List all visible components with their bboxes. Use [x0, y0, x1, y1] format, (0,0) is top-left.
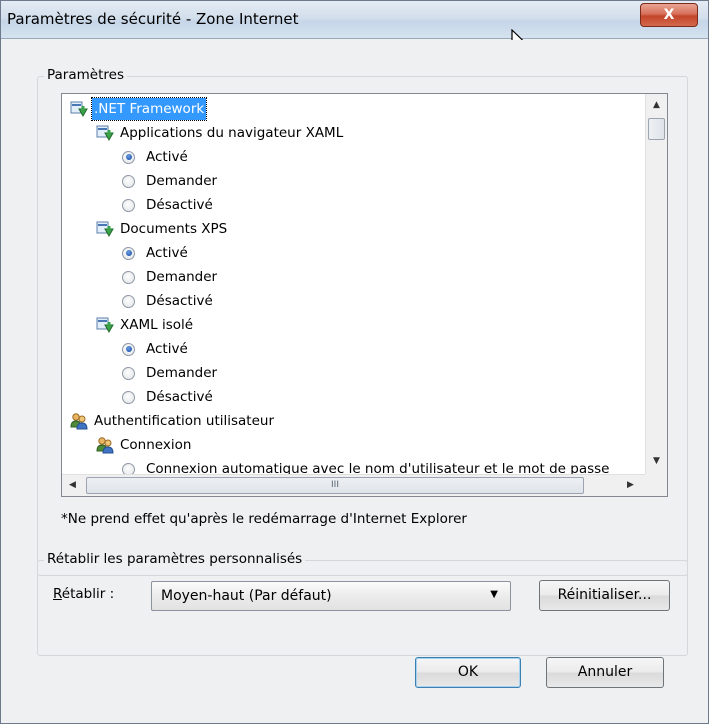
settings-category-icon [96, 221, 114, 238]
tree-radio-option[interactable]: Activé [122, 146, 190, 168]
radio-unchecked-icon[interactable] [122, 270, 135, 284]
reset-label: Rétablir : [53, 586, 115, 602]
vertical-scroll-thumb[interactable] [648, 118, 665, 140]
scroll-up-icon[interactable]: ▲ [653, 100, 660, 110]
scroll-grip-icon: III [331, 480, 339, 490]
tree-item-label: Désactivé [146, 389, 213, 405]
tree-radio-option[interactable]: Connexion automatique avec le nom d'util… [122, 458, 611, 474]
scrollbar-corner [645, 474, 667, 496]
title-bar[interactable]: Paramètres de sécurité - Zone Internet X [1, 1, 708, 54]
tree-radio-option[interactable]: Activé [122, 242, 190, 264]
radio-unchecked-icon[interactable] [122, 174, 135, 188]
settings-group-label: Paramètres [44, 67, 127, 83]
reset-button[interactable]: Réinitialiser... [539, 580, 670, 611]
tree-radio-option[interactable]: Demander [122, 266, 219, 288]
close-icon: X [663, 7, 675, 23]
close-button[interactable]: X [640, 3, 698, 27]
scroll-left-icon[interactable]: ◀ [69, 480, 76, 490]
radio-checked-icon[interactable] [122, 246, 135, 260]
reset-button-label: Réinitialiser... [557, 587, 652, 603]
tree-item-label: Connexion automatique avec le nom d'util… [146, 461, 610, 474]
horizontal-scroll-thumb[interactable]: III [86, 477, 584, 494]
tree-item-label: .NET Framework [90, 97, 208, 121]
radio-checked-icon[interactable] [122, 150, 135, 164]
tree-item-label: Désactivé [146, 197, 213, 213]
security-level-value: Moyen-haut (Par défaut) [161, 588, 332, 604]
tree-radio-option[interactable]: Demander [122, 170, 219, 192]
tree-category[interactable]: Documents XPS [96, 218, 229, 240]
tree-item-label: Authentification utilisateur [94, 413, 275, 429]
users-icon [96, 437, 114, 454]
tree-category[interactable]: Connexion [96, 434, 193, 456]
cancel-button[interactable]: Annuler [546, 657, 664, 688]
scroll-right-icon[interactable]: ▶ [627, 480, 634, 490]
security-settings-dialog: Paramètres de sécurité - Zone Internet X… [0, 0, 709, 724]
tree-category[interactable]: XAML isolé [96, 314, 195, 336]
radio-unchecked-icon[interactable] [122, 462, 135, 474]
restart-note: *Ne prend effet qu'après le redémarrage … [61, 511, 467, 527]
tree-item-label: Activé [146, 245, 188, 261]
tree-category[interactable]: Applications du navigateur XAML [96, 122, 345, 144]
tree-radio-option[interactable]: Désactivé [122, 386, 215, 408]
settings-tree[interactable]: .NET Framework Applications du navigateur… [61, 93, 668, 497]
radio-unchecked-icon[interactable] [122, 366, 135, 380]
tree-radio-option[interactable]: Demander [122, 362, 219, 384]
cancel-button-label: Annuler [577, 664, 633, 680]
tree-item-label: Désactivé [146, 293, 213, 309]
tree-category[interactable]: Authentification utilisateur [70, 410, 276, 432]
reset-group-label: Rétablir les paramètres personnalisés [44, 551, 306, 567]
tree-item-label: Activé [146, 149, 188, 165]
users-icon [70, 413, 88, 430]
tree-item-label: Activé [146, 341, 188, 357]
settings-category-icon [96, 125, 114, 142]
tree-item-label: Documents XPS [120, 221, 228, 237]
tree-item-label: Demander [146, 365, 218, 381]
tree-item-label: Connexion [120, 437, 192, 453]
tree-radio-option[interactable]: Désactivé [122, 194, 215, 216]
ok-button[interactable]: OK [415, 657, 521, 688]
window-title: Paramètres de sécurité - Zone Internet [7, 10, 299, 28]
chevron-down-icon: ▼ [490, 589, 498, 600]
tree-item-label: XAML isolé [120, 317, 194, 333]
vertical-scrollbar[interactable]: ▲ ▼ [645, 94, 667, 474]
settings-tree-rows: .NET Framework Applications du navigateur… [62, 94, 642, 474]
scroll-down-icon[interactable]: ▼ [653, 456, 660, 466]
radio-unchecked-icon[interactable] [122, 198, 135, 212]
tree-category[interactable]: .NET Framework [70, 97, 208, 121]
tree-item-label: Demander [146, 173, 218, 189]
tree-item-label: Demander [146, 269, 218, 285]
ok-button-label: OK [457, 664, 479, 680]
security-level-select[interactable]: Moyen-haut (Par défaut) ▼ [151, 581, 511, 611]
tree-item-label: Applications du navigateur XAML [120, 125, 344, 141]
radio-checked-icon[interactable] [122, 342, 135, 356]
radio-unchecked-icon[interactable] [122, 390, 135, 404]
tree-radio-option[interactable]: Désactivé [122, 290, 215, 312]
radio-unchecked-icon[interactable] [122, 294, 135, 308]
tree-radio-option[interactable]: Activé [122, 338, 190, 360]
settings-category-icon [70, 101, 88, 118]
horizontal-scrollbar[interactable]: ◀ III ▶ [62, 474, 647, 496]
settings-category-icon [96, 317, 114, 334]
